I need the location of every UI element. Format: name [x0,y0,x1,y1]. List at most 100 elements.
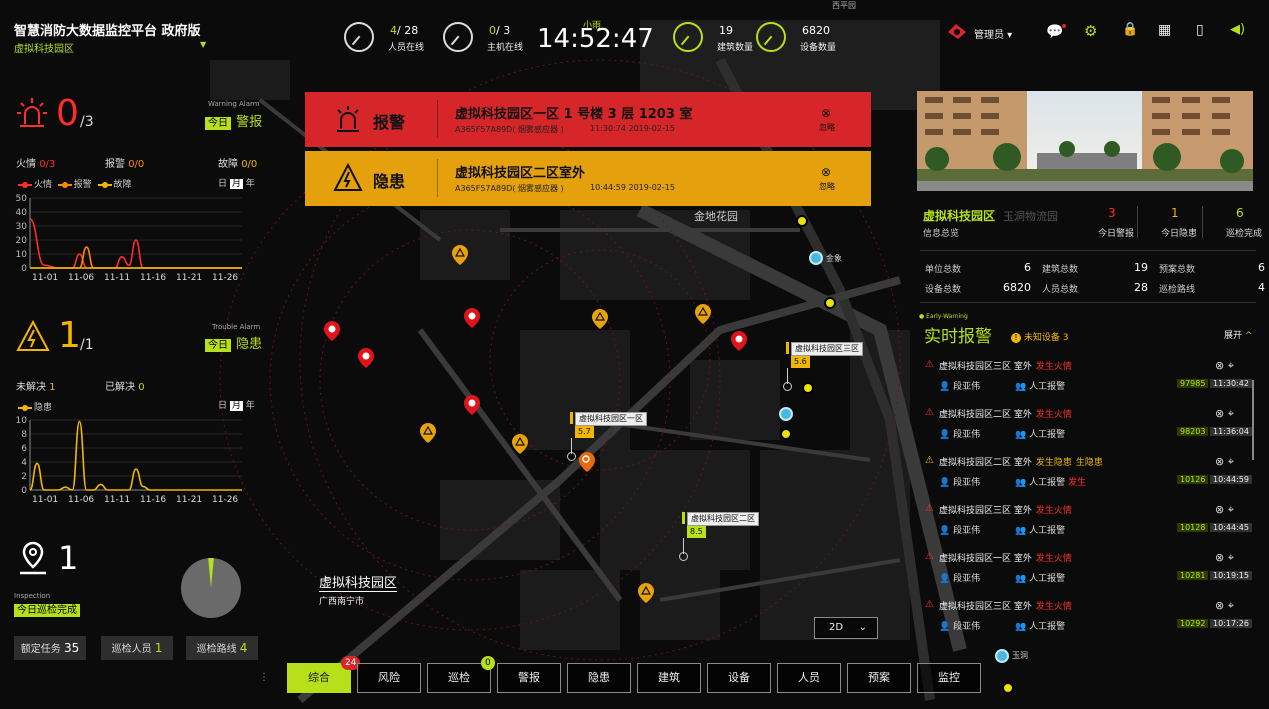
tab-9[interactable]: 监控 [917,663,981,693]
metro-station-icon[interactable] [995,649,1009,663]
period-day[interactable]: 日 [218,179,227,189]
inspection-progress-pie [181,558,241,618]
location-pin-icon[interactable]: ⌖ [1228,503,1234,516]
close-icon[interactable]: ⊗ [821,165,831,179]
fire-marker-icon[interactable] [323,320,341,342]
period-month[interactable]: 月 [229,401,243,411]
inspection-stat-button[interactable]: 巡检人员 1 [101,636,173,660]
volume-icon[interactable]: ◀) [1230,22,1245,37]
gear-icon[interactable]: ⚙ [1084,22,1097,40]
close-icon[interactable]: ⊗ [1215,551,1224,564]
bus-stop-icon[interactable] [824,297,836,309]
tab-2[interactable]: 巡检 [427,663,491,693]
park-name[interactable]: 虚拟科技园区 [923,207,995,224]
location-pin-icon[interactable]: ⌖ [1228,551,1234,564]
x-tick-label: 11-01 [32,273,58,283]
hazard-marker-icon[interactable] [637,582,655,604]
grid-icon[interactable]: ▦ [1158,22,1171,38]
location-pin-icon[interactable]: ⌖ [1228,455,1234,468]
alarm-person-name: 段亚伟 [953,574,981,584]
alarm-person-name: 段亚伟 [953,622,981,632]
message-icon[interactable]: 💬 [1046,24,1063,40]
hazard-banner[interactable]: 隐患 虚拟科技园区二区室外 A365F57A89D( 烟雾感应器 ) 10:44:59… [305,151,871,206]
alarm-list-item[interactable]: ⚠ 虚拟科技园区三区 室外 发生火情 ⊗ ⌖ 👤 段亚伟 👥 人工报警 10292 10:17… [925,599,1252,645]
tab-6[interactable]: 设备 [707,663,771,693]
fire-marker-icon[interactable] [730,330,748,352]
metro-station-icon[interactable] [779,407,793,421]
ignore-button[interactable]: 忽略 [819,181,835,192]
alarm-title: 虚拟科技园区二区 室外 发生火情 [939,407,1072,420]
user-menu[interactable]: 管理员 ▾ [974,26,1012,41]
tabs-scroll-handle[interactable]: ⋮ [259,672,269,683]
location-pin-icon[interactable]: ⌖ [1228,359,1234,372]
period-month[interactable]: 月 [229,179,243,189]
close-icon[interactable]: ⊗ [1215,407,1224,420]
detail-value: 19 [1134,261,1148,274]
region-selector[interactable]: 虚拟科技园区 [14,40,74,55]
fire-marker-icon[interactable] [463,394,481,416]
fire-marker-icon[interactable] [463,307,481,329]
alarm-banner[interactable]: 报警 虚拟科技园区一区 1 号楼 3 层 1203 室 A365F57A89D( 烟… [305,92,871,147]
expand-button[interactable]: 展开 ^ [1224,328,1252,341]
close-icon[interactable]: ⊗ [821,106,831,120]
alarm-list-item[interactable]: ⚠ 虚拟科技园区二区 室外 发生隐患 生隐患 ⊗ ⌖ 👤 段亚伟 👥 人工报警 发生 10126… [925,455,1252,501]
inspection-stat-button[interactable]: 额定任务 35 [14,636,86,660]
tab-1[interactable]: 风险 [357,663,421,693]
close-icon[interactable]: ⊗ [1215,455,1224,468]
bus-stop-icon[interactable] [780,428,792,440]
close-icon[interactable]: ⊗ [1215,359,1224,372]
alarm-list-scrollbar[interactable] [1252,380,1254,460]
y-tick-label: 10 [16,416,28,426]
location-pin-icon[interactable]: ⌖ [1228,599,1234,612]
chevron-down-icon[interactable]: ▼ [200,40,206,49]
callout-marker [570,412,573,424]
unknown-devices-badge[interactable]: ! 未知设备 3 [1011,330,1068,343]
today-tag: 今日 [205,117,231,130]
phone-icon[interactable]: ▯ [1196,22,1204,38]
period-day[interactable]: 日 [218,401,227,411]
lock-icon[interactable]: 🔒 [1122,22,1138,37]
alarm-list-item[interactable]: ⚠ 虚拟科技园区二区 室外 发生火情 ⊗ ⌖ 👤 段亚伟 👥 人工报警 98203 11:36… [925,407,1252,453]
hazard-marker-icon[interactable] [419,422,437,444]
x-tick-label: 11-11 [104,273,130,283]
hazard-marker-icon[interactable] [591,308,609,330]
close-icon[interactable]: ⊗ [1215,599,1224,612]
alarm-code: 10128 [1177,523,1209,532]
metro-station-icon[interactable] [809,251,823,265]
park-alt-name[interactable]: 玉洞物流园 [1003,208,1058,224]
divider [920,250,1256,251]
tab-5[interactable]: 建筑 [637,663,701,693]
tab-3[interactable]: 警报 [497,663,561,693]
search-marker-icon[interactable] [578,451,596,473]
park-photo [917,91,1253,191]
tab-7[interactable]: 人员 [777,663,841,693]
inspection-stat-button[interactable]: 巡检路线 4 [186,636,258,660]
alarm-list-item[interactable]: ⚠ 虚拟科技园区三区 室外 发生火情 ⊗ ⌖ 👤 段亚伟 👥 人工报警 97985 11:30… [925,359,1252,405]
bus-stop-icon[interactable] [802,382,814,394]
realtime-alarm-title: 实时报警 [924,327,992,347]
period-year[interactable]: 年 [246,401,255,411]
hazard-marker-icon[interactable] [511,433,529,455]
alarm-list-item[interactable]: ⚠ 虚拟科技园区一区 室外 发生火情 ⊗ ⌖ 👤 段亚伟 👥 人工报警 10281 10:19… [925,551,1252,597]
bus-stop-icon[interactable] [796,215,808,227]
stat-gauge-icon [443,22,473,52]
fault-label: 故障 [218,159,238,170]
hazard-marker-icon[interactable] [694,303,712,325]
location-pin-icon[interactable]: ⌖ [1228,407,1234,420]
tab-0[interactable]: 综合 [287,663,351,693]
alarm-location: 虚拟科技园区一区 室外 [939,554,1032,564]
view-mode-select[interactable]: 2D ⌄ [814,617,878,639]
alarm-list-item[interactable]: ⚠ 虚拟科技园区三区 室外 发生火情 ⊗ ⌖ 👤 段亚伟 👥 人工报警 10128 10:44… [925,503,1252,549]
tab-8[interactable]: 预案 [847,663,911,693]
tab-label: 监控 [938,671,960,684]
hazard-marker-icon[interactable] [451,244,469,266]
ignore-button[interactable]: 忽略 [819,122,835,133]
trouble-total: /1 [80,337,94,353]
close-icon[interactable]: ⊗ [1215,503,1224,516]
fire-marker-icon[interactable] [357,347,375,369]
bus-stop-icon[interactable] [1002,682,1014,694]
alarm-person-name: 段亚伟 [953,478,981,488]
period-year[interactable]: 年 [246,179,255,189]
warning-label: 警报 [236,115,263,130]
tab-4[interactable]: 隐患 [567,663,631,693]
